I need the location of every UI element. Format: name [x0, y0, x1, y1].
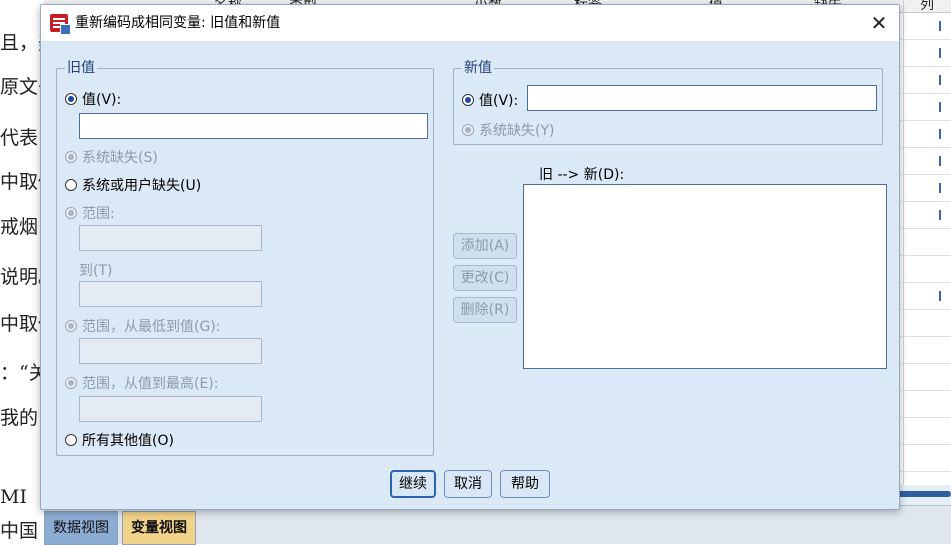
- doc-line: 原文书: [0, 76, 44, 98]
- range-radio[interactable]: 范围:: [65, 204, 115, 222]
- new-value-label: 值(V):: [479, 93, 519, 109]
- new-value-group: 新值 值(V): 系统缺失(Y): [453, 60, 883, 145]
- doc-line: 且，美: [0, 32, 44, 54]
- old-system-missing-radio[interactable]: 系统缺失(S): [65, 148, 158, 166]
- radio-selected-icon: [65, 93, 77, 105]
- grid-header-cell[interactable]: 列: [920, 0, 934, 14]
- change-button[interactable]: 更改(C): [453, 265, 517, 291]
- range-lowest-label: 范围，从最低到值(G):: [82, 319, 221, 335]
- doc-line: 中取代: [0, 313, 44, 335]
- system-or-user-missing-label: 系统或用户缺失(U): [82, 178, 202, 194]
- all-other-values-radio[interactable]: 所有其他值(O): [65, 431, 174, 449]
- cell-marker: [939, 183, 941, 193]
- range-highest-radio[interactable]: 范围，从值到最高(E):: [65, 374, 219, 392]
- tab-data-view[interactable]: 数据视图: [44, 511, 118, 545]
- doc-line: 代表: [0, 127, 39, 149]
- old-value-label: 值(V):: [82, 92, 122, 108]
- new-system-missing-radio[interactable]: 系统缺失(Y): [462, 121, 554, 139]
- doc-line: 我的: [0, 407, 39, 429]
- range-lowest-radio[interactable]: 范围，从最低到值(G):: [65, 317, 221, 335]
- cell-marker: [939, 102, 941, 112]
- view-tab-bar: 数据视图 变量视图: [44, 505, 951, 545]
- tab-variable-view[interactable]: 变量视图: [122, 511, 196, 545]
- radio-disabled-icon: [462, 124, 474, 136]
- doc-line: ：“关: [0, 362, 44, 384]
- doc-line: MI: [0, 486, 27, 508]
- range-to-input[interactable]: [79, 281, 262, 307]
- radio-icon: [65, 434, 77, 446]
- radio-disabled-icon: [65, 377, 77, 389]
- range-from-input[interactable]: [79, 225, 262, 251]
- radio-selected-icon: [462, 94, 474, 106]
- range-lowest-input[interactable]: [79, 338, 262, 364]
- old-new-list[interactable]: [523, 184, 887, 369]
- cell-marker: [939, 210, 941, 220]
- cancel-button[interactable]: 取消: [444, 470, 492, 498]
- radio-icon: [65, 179, 77, 191]
- old-system-missing-label: 系统缺失(S): [82, 150, 158, 166]
- cell-marker: [939, 21, 941, 31]
- cell-marker: [939, 156, 941, 166]
- close-button[interactable]: ✕: [865, 9, 893, 37]
- background-document: 且，美 原文书 代表 中取代 戒烟 说明。 中取代 ：“关 我的 MI 中国: [0, 0, 44, 543]
- radio-disabled-icon: [65, 320, 77, 332]
- range-label: 范围:: [82, 206, 115, 222]
- help-button[interactable]: 帮助: [500, 470, 550, 498]
- doc-line: 中取代: [0, 171, 44, 193]
- old-value-group: 旧值 值(V): 系统缺失(S) 系统或用户缺失(U) 范围: 到(T) 范围，…: [56, 60, 434, 456]
- old-value-input[interactable]: [79, 113, 428, 139]
- doc-line: 戒烟: [0, 216, 39, 238]
- old-new-list-label: 旧 --> 新(D):: [539, 167, 625, 183]
- radio-disabled-icon: [65, 207, 77, 219]
- all-other-values-label: 所有其他值(O): [82, 433, 174, 449]
- through-label: 到(T): [79, 263, 113, 279]
- old-value-legend: 旧值: [65, 60, 97, 76]
- spss-app-icon: [50, 14, 71, 35]
- cell-marker: [939, 75, 941, 85]
- continue-button[interactable]: 继续: [390, 470, 436, 498]
- old-value-radio[interactable]: 值(V):: [65, 90, 121, 108]
- range-highest-input[interactable]: [79, 396, 262, 422]
- radio-disabled-icon: [65, 151, 77, 163]
- doc-line: 中国: [0, 520, 39, 542]
- add-button[interactable]: 添加(A): [453, 233, 517, 259]
- system-or-user-missing-radio[interactable]: 系统或用户缺失(U): [65, 176, 201, 194]
- new-system-missing-label: 系统缺失(Y): [479, 123, 555, 139]
- doc-line: 说明。: [0, 266, 44, 288]
- new-value-input[interactable]: [527, 85, 877, 111]
- cell-marker: [939, 129, 941, 139]
- dialog-titlebar[interactable]: 重新编码成相同变量: 旧值和新值 ✕: [41, 5, 899, 41]
- new-value-radio[interactable]: 值(V):: [462, 91, 518, 109]
- new-value-legend: 新值: [462, 60, 494, 76]
- remove-button[interactable]: 删除(R): [453, 297, 517, 323]
- dialog-title: 重新编码成相同变量: 旧值和新值: [75, 15, 281, 31]
- cell-marker: [939, 291, 941, 301]
- range-highest-label: 范围，从值到最高(E):: [82, 376, 219, 392]
- recode-old-new-values-dialog: 重新编码成相同变量: 旧值和新值 ✕ 旧值 值(V): 系统缺失(S) 系统或用…: [40, 4, 900, 510]
- cell-marker: [939, 48, 941, 58]
